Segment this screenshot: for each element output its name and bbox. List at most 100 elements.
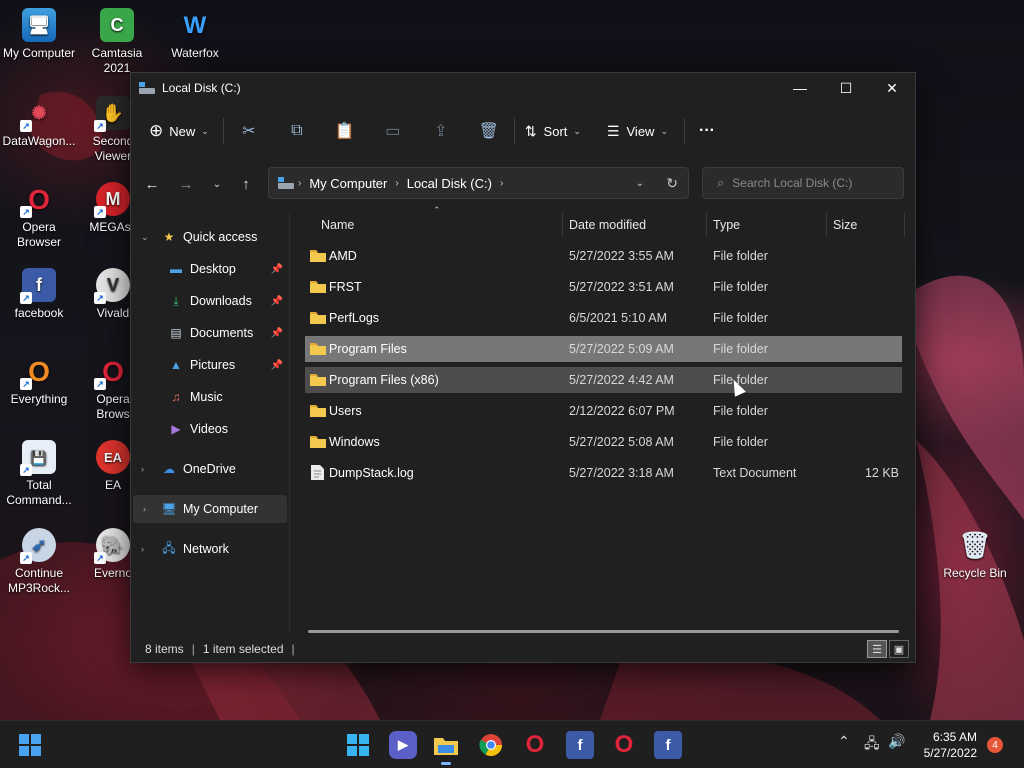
nav-item-onedrive[interactable]: › ☁ OneDrive: [131, 455, 287, 483]
column-divider[interactable]: [706, 213, 707, 237]
desktop-icon-camtasia[interactable]: C Camtasia 2021: [78, 8, 156, 76]
refresh-icon[interactable]: ↻: [666, 175, 678, 192]
facebook-taskbar-icon-2[interactable]: f: [654, 731, 682, 759]
column-header-type[interactable]: Type: [713, 213, 740, 237]
nav-item-documents[interactable]: ▤ Documents 📌: [131, 319, 287, 347]
nav-item-my-computer[interactable]: › 🖥 My Computer: [133, 495, 287, 523]
cut-icon[interactable]: ✂: [232, 116, 266, 146]
breadcrumb-my-computer[interactable]: My Computer: [309, 176, 387, 191]
desktop-icon-waterfox[interactable]: W Waterfox: [156, 8, 234, 61]
details-view-icon[interactable]: ☰: [867, 640, 887, 658]
network-icon[interactable]: 🖧: [864, 733, 880, 757]
maximize-button[interactable]: ☐: [823, 73, 869, 103]
column-header-date[interactable]: Date modified: [569, 213, 646, 237]
chat-icon[interactable]: ▶: [389, 731, 417, 759]
desktop-icon-everything[interactable]: O ↗ Everything: [0, 354, 78, 407]
title-bar[interactable]: Local Disk (C:) — ☐ ✕: [131, 73, 915, 103]
folder-icon: [310, 250, 326, 262]
pictures-icon: ▲: [170, 358, 182, 372]
desktop-icon-total-commander[interactable]: 💾 ↗ Total Command...: [0, 440, 78, 508]
chrome-logo-icon: [479, 734, 502, 756]
mp3rocket-icon: ➶ ↗: [20, 528, 56, 564]
file-row[interactable]: Users 2/12/2022 6:07 PM File folder: [305, 398, 902, 424]
search-icon: ⌕: [717, 175, 725, 190]
waterfox-icon: W: [183, 11, 207, 39]
close-button[interactable]: ✕: [869, 73, 915, 103]
column-header-name[interactable]: Name: [321, 213, 354, 237]
copy-icon[interactable]: ⧉: [280, 116, 314, 146]
pin-icon[interactable]: 📌: [271, 328, 283, 339]
desktop-icon-recycle-bin[interactable]: 🗑 Recycle Bin: [936, 528, 1014, 581]
address-bar[interactable]: › My Computer › Local Disk (C:) › ⌄ ↻: [268, 167, 689, 199]
facebook-taskbar-icon[interactable]: f: [566, 731, 594, 759]
chevron-down-icon: ⌄: [201, 125, 209, 136]
file-row[interactable]: FRST 5/27/2022 3:51 AM File folder: [305, 274, 902, 300]
view-label: View: [626, 123, 655, 139]
minimize-button[interactable]: —: [777, 73, 823, 103]
paste-icon[interactable]: 📋: [328, 116, 362, 146]
windows-start-button[interactable]: [344, 731, 372, 759]
file-row-hover[interactable]: Program Files (x86) 5/27/2022 4:42 AM Fi…: [305, 367, 902, 393]
pin-icon[interactable]: 📌: [271, 296, 283, 307]
more-options-button[interactable]: ···: [699, 122, 715, 140]
forward-arrow-icon[interactable]: →: [175, 173, 197, 195]
windows-logo-icon: [347, 734, 369, 756]
recycle-bin-icon: 🗑: [958, 529, 992, 560]
opera-icon: O ↗: [20, 182, 56, 218]
recent-locations-chevron-icon[interactable]: ⌄: [206, 173, 228, 195]
file-row[interactable]: Windows 5/27/2022 5:08 AM File folder: [305, 429, 902, 455]
column-divider[interactable]: [826, 213, 827, 237]
desktop-icon-opera[interactable]: O ↗ Opera Browser: [0, 182, 78, 250]
up-arrow-icon[interactable]: ↑: [235, 173, 257, 195]
new-button[interactable]: ⊕ New ⌄: [149, 121, 209, 141]
search-box[interactable]: ⌕: [702, 167, 904, 199]
desktop-icon-datawagon[interactable]: ✺ ↗ DataWagon...: [0, 96, 78, 149]
sort-button[interactable]: ⇅ Sort ⌄: [525, 123, 581, 140]
file-name: PerfLogs: [329, 311, 380, 325]
horizontal-scrollbar[interactable]: [308, 630, 899, 633]
clock-time: 6:35 AM: [932, 730, 977, 744]
nav-quick-access[interactable]: ⌄ ★ Quick access: [131, 223, 287, 251]
toolbar-divider: [684, 118, 685, 144]
share-icon[interactable]: ⇪: [424, 116, 458, 146]
search-input[interactable]: [732, 176, 893, 190]
address-dropdown-chevron-icon[interactable]: ⌄: [636, 178, 644, 189]
clock[interactable]: 6:35 AM 5/27/2022: [924, 729, 977, 761]
nav-label: My Computer: [183, 502, 259, 516]
file-row[interactable]: DumpStack.log 5/27/2022 3:18 AM Text Doc…: [305, 460, 902, 486]
desktop-icon-facebook[interactable]: f ↗ facebook: [0, 268, 78, 321]
large-icons-view-icon[interactable]: ▣: [889, 640, 909, 658]
nav-item-downloads[interactable]: ⤓ Downloads 📌: [131, 287, 287, 315]
column-divider[interactable]: [904, 213, 905, 237]
nav-item-desktop[interactable]: ▬ Desktop 📌: [131, 255, 287, 283]
nav-item-pictures[interactable]: ▲ Pictures 📌: [131, 351, 287, 379]
desktop-icon-mp3rocket[interactable]: ➶ ↗ Continue MP3Rock...: [0, 528, 78, 596]
nav-item-music[interactable]: ♫ Music: [131, 383, 287, 411]
desktop-icon-my-computer[interactable]: 🖥 My Computer: [0, 8, 78, 61]
camtasia-icon: C: [100, 8, 134, 42]
chevron-up-icon[interactable]: ⌃: [838, 733, 850, 750]
opera-gx-taskbar-icon[interactable]: O: [610, 731, 638, 759]
start-menu-icon[interactable]: [16, 731, 44, 759]
column-divider[interactable]: [562, 213, 563, 237]
rename-icon[interactable]: ▭: [376, 116, 410, 146]
pin-icon[interactable]: 📌: [271, 360, 283, 371]
pane-splitter[interactable]: [289, 213, 290, 633]
delete-icon[interactable]: 🗑: [472, 116, 506, 146]
volume-icon[interactable]: 🔊: [888, 733, 905, 750]
nav-item-videos[interactable]: ▶ Videos: [131, 415, 287, 443]
pin-icon[interactable]: 📌: [271, 264, 283, 275]
view-button[interactable]: ☰ View ⌄: [607, 123, 668, 140]
chrome-icon[interactable]: [477, 731, 505, 759]
folder-icon: [434, 738, 458, 755]
file-explorer-taskbar-icon[interactable]: [432, 731, 460, 765]
file-row[interactable]: AMD 5/27/2022 3:55 AM File folder: [305, 243, 902, 269]
column-header-size[interactable]: Size: [833, 213, 857, 237]
back-arrow-icon[interactable]: ←: [141, 173, 163, 195]
file-row[interactable]: PerfLogs 6/5/2021 5:10 AM File folder: [305, 305, 902, 331]
nav-item-network[interactable]: › 🖧 Network: [131, 535, 287, 563]
breadcrumb-local-disk[interactable]: Local Disk (C:): [407, 176, 492, 191]
opera-taskbar-icon[interactable]: O: [521, 731, 549, 759]
file-row-selected[interactable]: Program Files 5/27/2022 5:09 AM File fol…: [305, 336, 902, 362]
notification-badge[interactable]: 4: [987, 737, 1003, 753]
